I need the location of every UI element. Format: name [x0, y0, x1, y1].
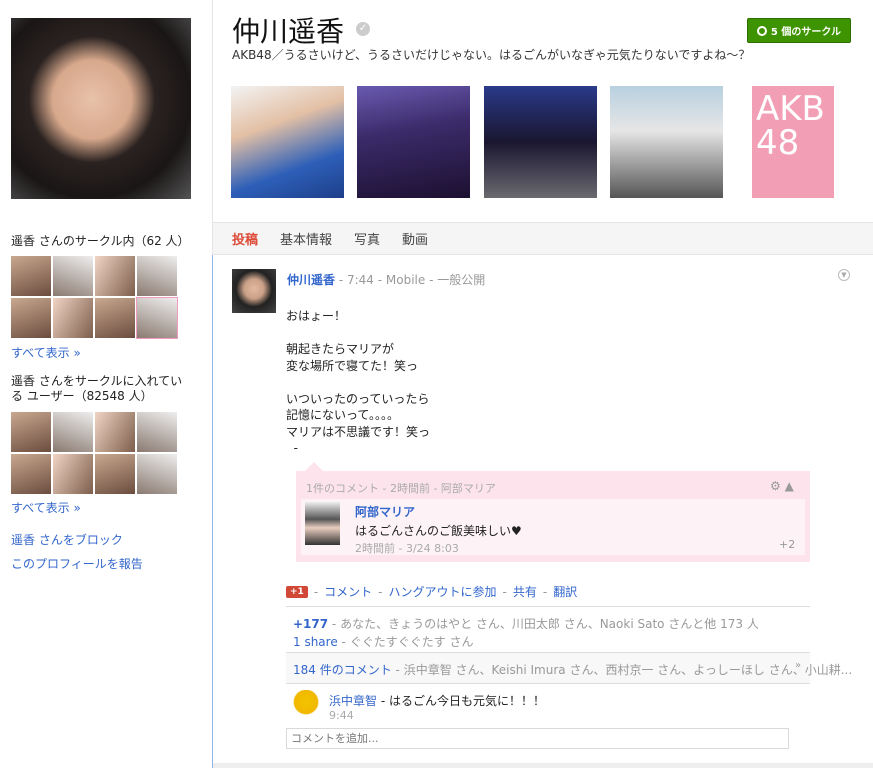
- circles-button[interactable]: 5 個のサークル: [747, 18, 851, 43]
- comment-people: 浜中章智 さん、Keishi Imura さん、西村京一 さん、よっしーほし さ…: [403, 663, 853, 677]
- circle-avatar[interactable]: [11, 298, 51, 338]
- last-comment-time: 9:44: [329, 709, 354, 722]
- circle-avatar[interactable]: [53, 412, 93, 452]
- plus-people[interactable]: あなた、きょうのはやと さん、川田太郎 さん、Naoki Sato さんと他 1…: [340, 617, 759, 631]
- circle-avatar[interactable]: [137, 412, 177, 452]
- profile-tabs: 投稿 基本情報 写真 動画: [213, 222, 873, 255]
- in-circles-grid: [11, 256, 178, 339]
- tab-photos[interactable]: 写真: [354, 229, 380, 248]
- stream-border: [212, 255, 213, 768]
- last-comment-text: はるごん今日も元気に！！！: [388, 694, 545, 708]
- scrapbook-photo[interactable]: [610, 86, 723, 198]
- plus-summary: +177 - あなた、きょうのはやと さん、川田太郎 さん、Naoki Sato…: [293, 617, 759, 631]
- profile-photo[interactable]: [11, 18, 191, 199]
- akb48-logo-photo[interactable]: AKB 48: [752, 86, 834, 198]
- circle-avatar[interactable]: [95, 412, 135, 452]
- in-circles-heading: 遥香 さんのサークル内（62 人）: [11, 234, 190, 248]
- gear-icon[interactable]: ⚙: [770, 479, 781, 493]
- footer-bar: [213, 763, 873, 768]
- scrapbook-photo[interactable]: [357, 86, 470, 198]
- circle-avatar[interactable]: [95, 256, 135, 296]
- comment-box-header[interactable]: 1件のコメント - 2時間前 - 阿部マリア: [306, 480, 496, 496]
- scrapbook-photo[interactable]: [484, 86, 597, 198]
- scrapbook-photo[interactable]: [231, 86, 344, 198]
- divider: [212, 0, 213, 255]
- share-people[interactable]: ぐぐたすぐぐたす さん: [350, 635, 474, 649]
- circle-icon: [756, 25, 767, 36]
- share-link[interactable]: 共有: [513, 583, 537, 600]
- last-comment: 浜中章智 - はるごん今日も元気に！！！: [329, 694, 545, 708]
- verified-icon: ✓: [356, 22, 370, 36]
- hangout-link[interactable]: ハングアウトに参加: [389, 583, 497, 600]
- post-body: おはょー！ 朝起きたらマリアが 変な場所で寝てた！笑っ いついったのっていったら…: [286, 309, 431, 455]
- have-in-circles-heading: 遥香 さんをサークルに入れている ユーザー（82548 人）: [11, 374, 183, 403]
- last-commenter-avatar[interactable]: [291, 690, 321, 720]
- comment-box-arrow: [305, 462, 323, 471]
- plusone-button[interactable]: +1: [286, 585, 308, 598]
- show-all-link[interactable]: すべて表示 »: [11, 344, 81, 361]
- tab-posts[interactable]: 投稿: [232, 229, 258, 248]
- post-meta: 仲川遥香 - 7:44 - Mobile - 一般公開: [287, 273, 486, 287]
- circle-avatar[interactable]: [137, 454, 177, 494]
- commenter-avatar[interactable]: [305, 502, 340, 545]
- expand-comments-icon[interactable]: »: [795, 660, 801, 671]
- logo-text: AKB 48: [756, 89, 825, 163]
- plus-count[interactable]: +177: [293, 617, 328, 631]
- circle-avatar[interactable]: [53, 298, 93, 338]
- show-all-link-2[interactable]: すべて表示 »: [11, 499, 81, 516]
- comment-time: 2時間前 - 3/24 8:03: [355, 542, 459, 555]
- post-author[interactable]: 仲川遥香: [287, 273, 335, 287]
- block-link[interactable]: 遥香 さんをブロック: [11, 531, 123, 548]
- post-time[interactable]: 7:44: [347, 273, 374, 287]
- post-source: Mobile: [385, 273, 426, 287]
- profile-tagline: AKB48／うるさいけど、うるさいだけじゃない。はるごんがいなぎゃ元気たりないで…: [232, 48, 751, 62]
- divider: [286, 606, 810, 607]
- circle-avatar[interactable]: [95, 454, 135, 494]
- share-count[interactable]: 1 share: [293, 635, 338, 649]
- comment-plus-count[interactable]: +2: [779, 538, 795, 551]
- circle-avatar[interactable]: [11, 256, 51, 296]
- circle-avatar[interactable]: [137, 256, 177, 296]
- comment-text: はるごんさんのご飯美味しい♥: [355, 524, 522, 538]
- circle-avatar[interactable]: [11, 412, 51, 452]
- comment-link[interactable]: コメント: [324, 583, 372, 600]
- post-menu-icon[interactable]: ▼: [838, 269, 850, 281]
- profile-name: 仲川遥香: [232, 15, 345, 48]
- add-comment-input[interactable]: [286, 728, 789, 749]
- tab-about[interactable]: 基本情報: [280, 229, 332, 248]
- share-summary: 1 share - ぐぐたすぐぐたす さん: [293, 635, 474, 649]
- circles-button-label: 5 個のサークル: [770, 27, 842, 38]
- tab-videos[interactable]: 動画: [402, 229, 428, 248]
- circle-avatar[interactable]: [53, 256, 93, 296]
- circle-avatar[interactable]: [136, 297, 178, 339]
- post-visibility[interactable]: 一般公開: [437, 273, 485, 287]
- translate-link[interactable]: 翻訳: [553, 583, 577, 600]
- collapse-icon[interactable]: ▲: [785, 479, 794, 493]
- have-in-circles-grid: [11, 412, 177, 494]
- circle-avatar[interactable]: [95, 298, 135, 338]
- last-commenter-name[interactable]: 浜中章智: [329, 694, 377, 708]
- post-actions: +1- コメント - ハングアウトに参加 - 共有 - 翻訳: [286, 583, 577, 600]
- commenter-name[interactable]: 阿部マリア: [355, 503, 415, 520]
- circle-avatar[interactable]: [53, 454, 93, 494]
- report-link[interactable]: このプロフィールを報告: [11, 555, 143, 572]
- circle-avatar[interactable]: [11, 454, 51, 494]
- comment-count[interactable]: 184 件のコメント: [293, 663, 392, 677]
- post-author-avatar[interactable]: [232, 269, 276, 313]
